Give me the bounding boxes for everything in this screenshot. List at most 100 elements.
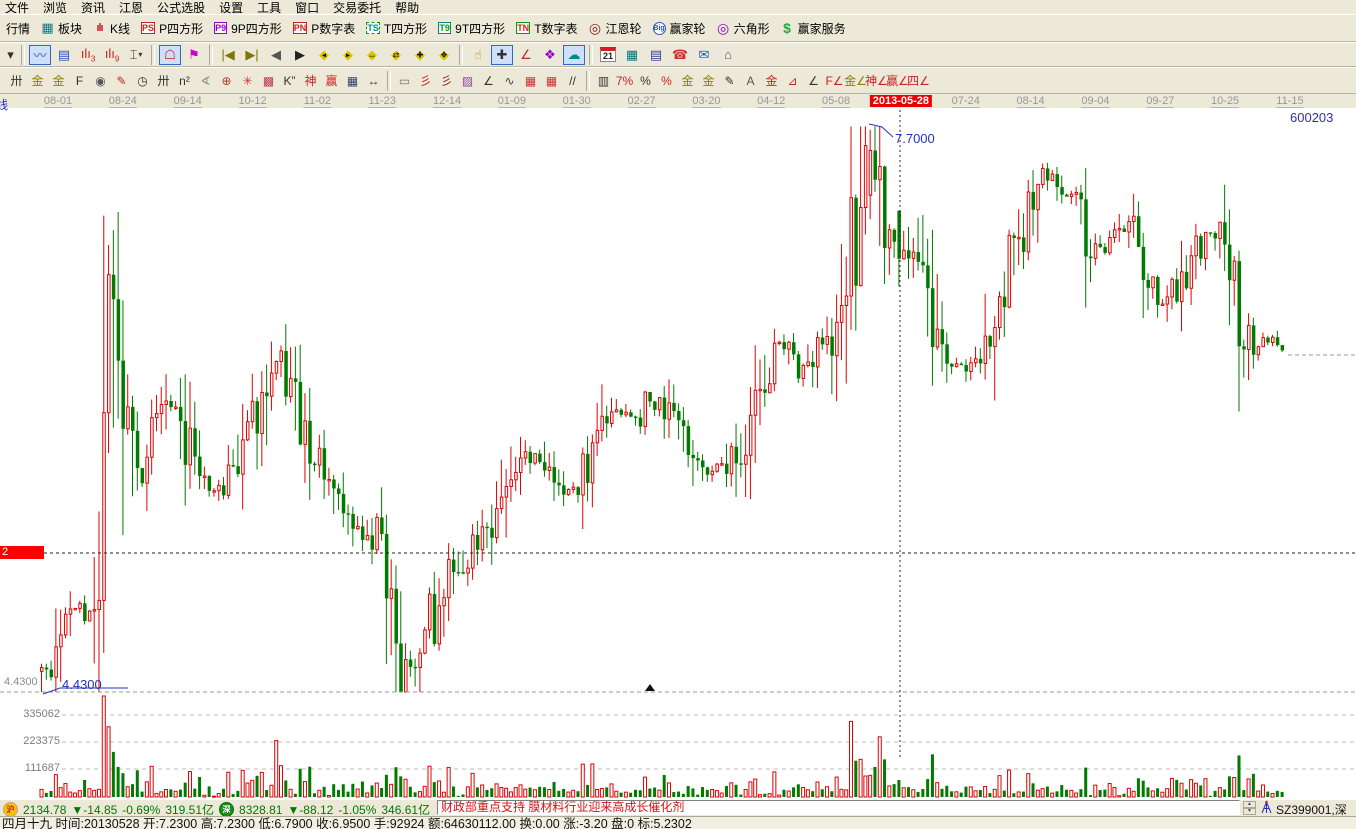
red-grid-1-button[interactable]: ▦ <box>520 70 541 91</box>
gold-circle-button[interactable]: 金 <box>677 70 698 91</box>
compress-all-button[interactable]: ◆❖ <box>433 45 455 65</box>
toolbar-product-t-square[interactable]: TST四方形 <box>366 20 427 37</box>
volume-bar <box>696 795 699 797</box>
toolbar-product-gann-wheel[interactable]: ◎江恩轮 <box>589 20 642 37</box>
zigzag-button[interactable]: ∿ <box>499 70 520 91</box>
last-button[interactable]: ▶| <box>241 45 263 65</box>
hatch-box-button[interactable]: ▨ <box>457 70 478 91</box>
gann-wheel-label: 江恩轮 <box>606 20 642 37</box>
shift-right-button[interactable]: ◆▸ <box>337 45 359 65</box>
n-square-button[interactable]: n² <box>174 70 195 91</box>
dropdown-button[interactable]: ▾ <box>4 45 17 65</box>
spinner-up-button[interactable]: ▲ <box>1243 801 1256 808</box>
compress-h-button[interactable]: ◆⇄ <box>385 45 407 65</box>
toolbar-product-kline[interactable]: ılıK线 <box>93 20 130 37</box>
system-button[interactable]: ⌂ <box>717 45 739 65</box>
volume-bar <box>174 791 177 797</box>
scale-percent-icon: ▥ <box>598 74 609 88</box>
candle-body-down <box>883 167 887 248</box>
gold-lines-button[interactable]: 金 <box>698 70 719 91</box>
parallel-lines-button[interactable]: // <box>562 70 583 91</box>
hand-tool-button[interactable]: ☝ <box>467 45 489 65</box>
fan-lines-1-button[interactable]: 彡 <box>415 70 436 91</box>
gold-grid-1-button[interactable]: 金 <box>27 70 48 91</box>
prev-button[interactable]: ◀ <box>265 45 287 65</box>
shift-left-button[interactable]: ◆◂ <box>313 45 335 65</box>
wave-a-button[interactable]: A <box>740 70 761 91</box>
star-burst-button[interactable]: ✳ <box>237 70 258 91</box>
mail-button[interactable]: ✉ <box>693 45 715 65</box>
gann-grid-button[interactable]: 卅 <box>6 70 27 91</box>
angle-lines-button[interactable]: ∠ <box>478 70 499 91</box>
spinner-down-button[interactable]: ▼ <box>1243 808 1256 815</box>
chart-area[interactable]: 600203 7.7000 4.4300 4.4300 335062 22337… <box>0 108 1356 799</box>
toolbar-product-p-square[interactable]: PSP四方形 <box>141 20 203 37</box>
first-button[interactable]: |◀ <box>217 45 239 65</box>
angle-shen-button[interactable]: 神∠ <box>866 70 887 91</box>
toolbar-product-t-digit-table[interactable]: TNT数字表 <box>516 20 577 37</box>
angle-f-button[interactable]: F∠ <box>824 70 845 91</box>
pane-divider-handle[interactable] <box>645 684 655 691</box>
brush-button[interactable]: ✎ <box>719 70 740 91</box>
phone-button[interactable]: ☎ <box>669 45 691 65</box>
toolbar-product-9p-square[interactable]: P99P四方形 <box>214 20 282 37</box>
trend-chart-button[interactable]: 〰 <box>29 45 51 65</box>
expand-all-button[interactable]: ◆✚ <box>409 45 431 65</box>
grid-123-button[interactable]: ▦ <box>342 70 363 91</box>
toolbar-product-winner-wheel[interactable]: Big赢家轮 <box>653 20 706 37</box>
next-button[interactable]: ▶ <box>289 45 311 65</box>
angle-ying-button[interactable]: 赢∠ <box>887 70 908 91</box>
ying-grid-button[interactable]: 赢 <box>321 70 342 91</box>
angle-a-button[interactable]: ∢ <box>195 70 216 91</box>
toolbar-product-winner-service[interactable]: $赢家服务 <box>781 20 846 37</box>
brain-analysis-button[interactable]: ☁ <box>563 45 585 65</box>
span-arrows-button[interactable]: ↔ <box>363 70 384 91</box>
candle-body-down <box>1103 247 1107 253</box>
gold-grid-2-button[interactable]: 金 <box>48 70 69 91</box>
k-marks-button[interactable]: K” <box>279 70 300 91</box>
toolbar-product-quotes[interactable]: 行情 <box>6 20 30 37</box>
f-grid-button[interactable]: F <box>69 70 90 91</box>
gann-tool-button[interactable]: ❖ <box>539 45 561 65</box>
spiral-button[interactable]: ◉ <box>90 70 111 91</box>
region-map-button[interactable]: ☖ <box>159 45 181 65</box>
grid-2-button[interactable]: 卅 <box>153 70 174 91</box>
report-button[interactable]: ▤ <box>53 45 75 65</box>
box-tool-button[interactable]: ▭ <box>394 70 415 91</box>
fan-lines-2-button[interactable]: 彡 <box>436 70 457 91</box>
gold-red-button[interactable]: 金 <box>761 70 782 91</box>
price-volume-chart[interactable] <box>0 108 1356 799</box>
square-web-button[interactable]: ▩ <box>258 70 279 91</box>
percent-button[interactable]: % <box>635 70 656 91</box>
percent-lines-button[interactable]: % <box>656 70 677 91</box>
crosshair-tool-button[interactable]: ✚ <box>491 45 513 65</box>
angle-four-button[interactable]: 四∠ <box>908 70 929 91</box>
pencil-button[interactable]: ✎ <box>111 70 132 91</box>
calculator-button[interactable]: ▦ <box>621 45 643 65</box>
expand-h-button[interactable]: ◆↔ <box>361 45 383 65</box>
toolbar-product-p-digit-table[interactable]: PNP数字表 <box>293 20 356 37</box>
candle-style-button[interactable]: ⌶▾ <box>125 45 147 65</box>
toolbar-product-9t-square[interactable]: T99T四方形 <box>438 20 505 37</box>
calendar-button[interactable]: 21 <box>597 45 619 65</box>
bars-3-button[interactable]: ılı3 <box>77 45 99 65</box>
notes-button[interactable]: ▤ <box>645 45 667 65</box>
flag-chart-button[interactable]: ⚑ <box>183 45 205 65</box>
scale-percent-button[interactable]: ▥ <box>593 70 614 91</box>
red-grid-2-button[interactable]: ▦ <box>541 70 562 91</box>
angle-plain-button[interactable]: ∠ <box>803 70 824 91</box>
9t-square-label: 9T四方形 <box>455 20 505 37</box>
span-arrows-icon: ↔ <box>368 74 380 88</box>
toolbar-product-hexagon[interactable]: ◎六角形 <box>717 20 770 37</box>
seven-percent-button[interactable]: 7% <box>614 70 635 91</box>
candle-style-dropdown-caret[interactable]: ▾ <box>138 50 142 59</box>
shen-grid-button[interactable]: 神 <box>300 70 321 91</box>
angle-gold-button[interactable]: 金∠ <box>845 70 866 91</box>
j-angle-button[interactable]: ⊿ <box>782 70 803 91</box>
toolbar-product-sectors[interactable]: ▦板块 <box>41 20 82 37</box>
time-clock-button[interactable]: ◷ <box>132 70 153 91</box>
circle-cross-button[interactable]: ⊕ <box>216 70 237 91</box>
candle-body-up <box>175 407 178 408</box>
angle-measure-button[interactable]: ∠ <box>515 45 537 65</box>
bars-9-button[interactable]: ılı9 <box>101 45 123 65</box>
